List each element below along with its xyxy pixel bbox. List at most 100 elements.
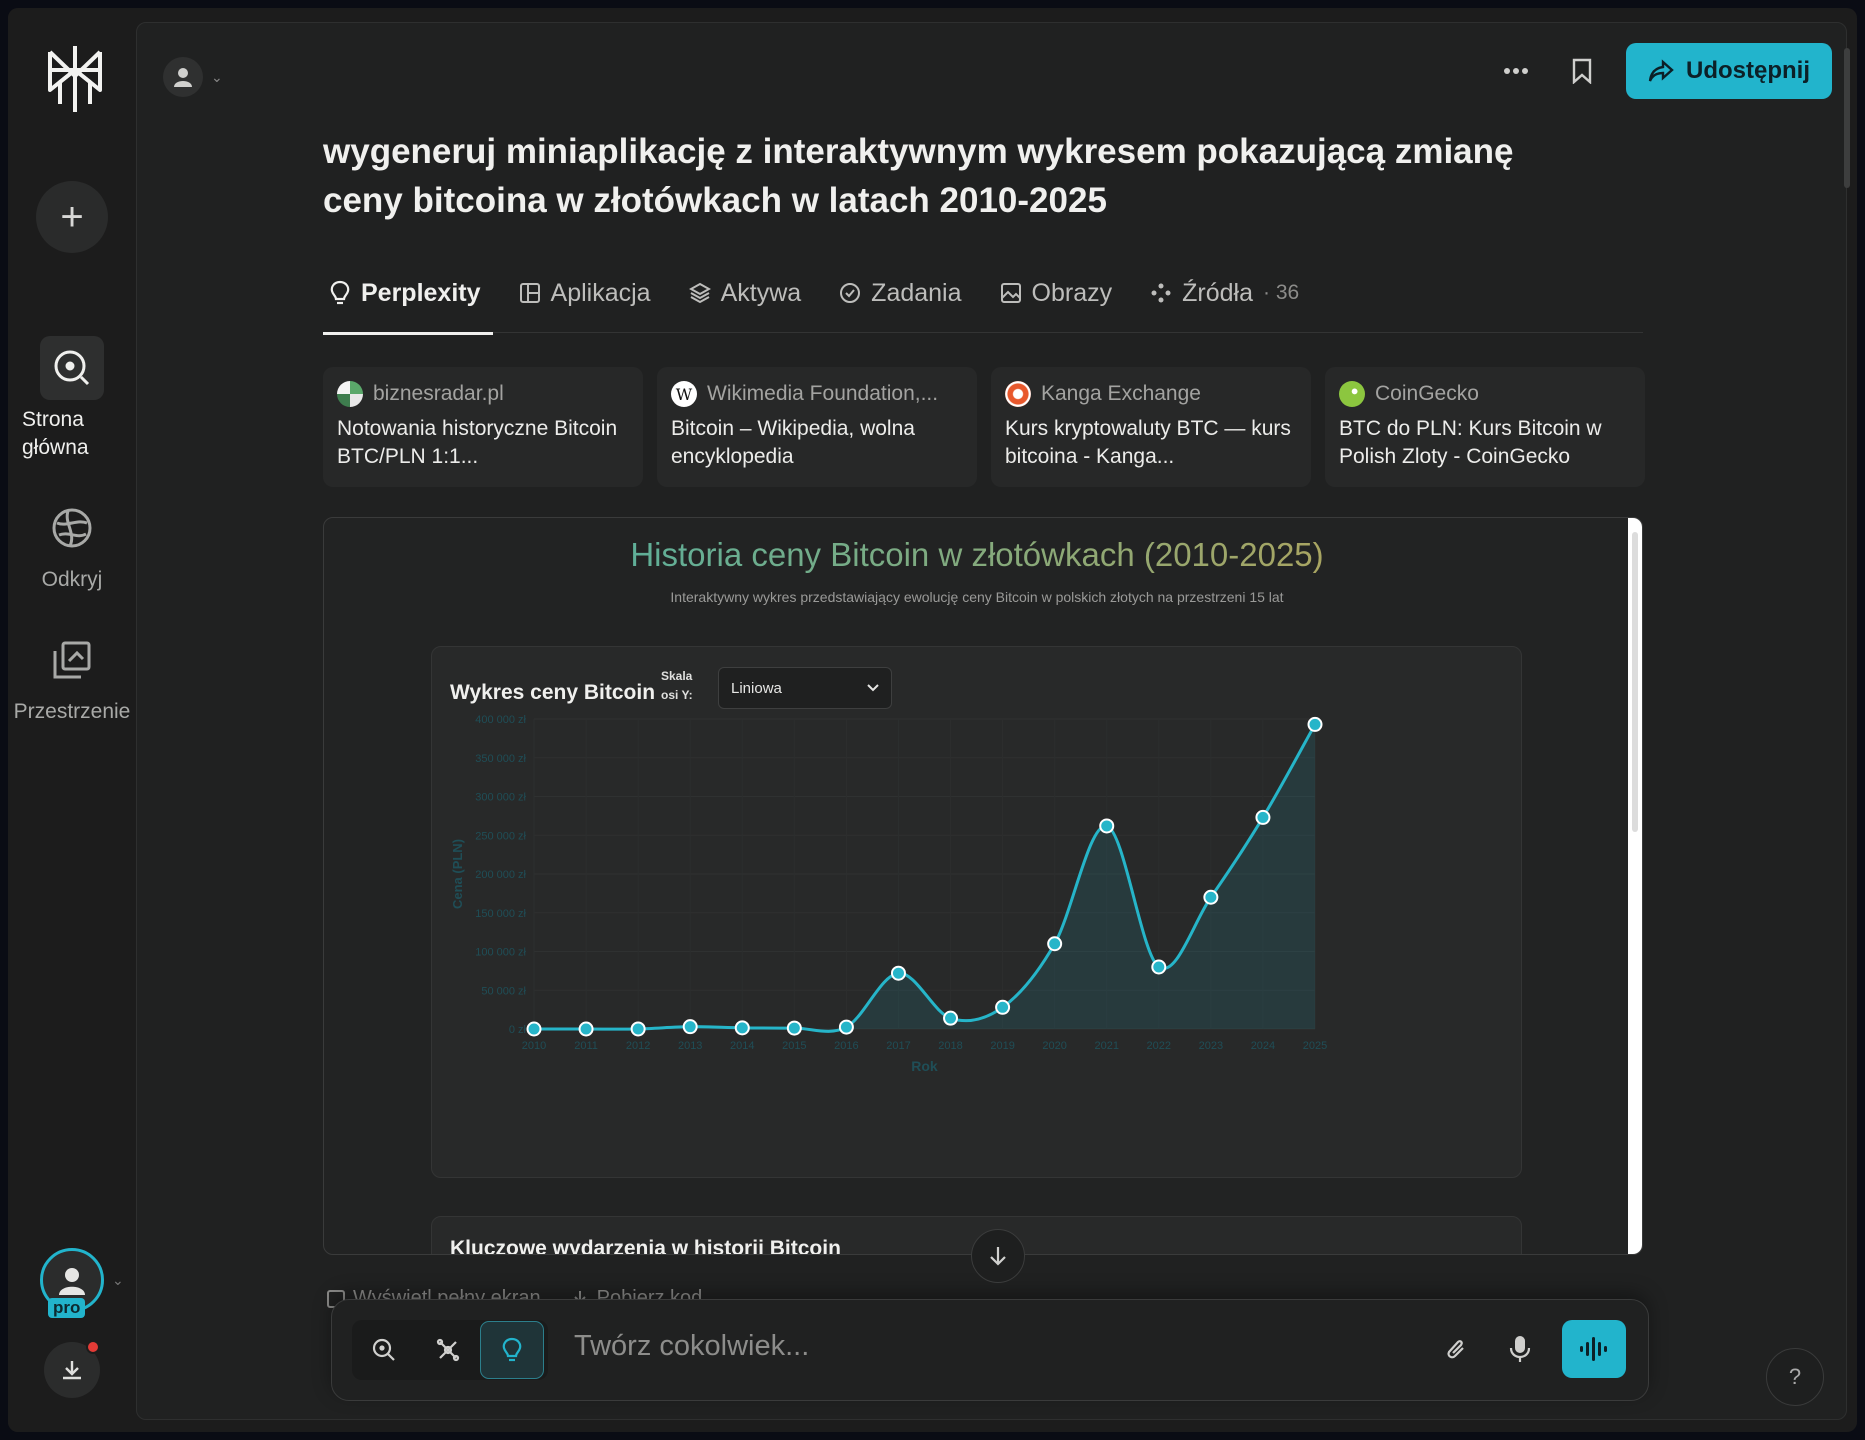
y-tick-label: 100 000 zł bbox=[475, 947, 526, 959]
x-tick-label: 2023 bbox=[1199, 1040, 1223, 1052]
source-title: Bitcoin – Wikipedia, wolna encyklopedia bbox=[671, 417, 915, 468]
x-tick-label: 2013 bbox=[678, 1040, 702, 1052]
tab-perplexity[interactable]: Perplexity bbox=[323, 275, 493, 335]
share-button[interactable]: Udostępnij bbox=[1626, 43, 1832, 99]
source-site: CoinGecko bbox=[1375, 382, 1479, 405]
sidebar-item-label: Strona główna bbox=[22, 408, 89, 459]
source-title: BTC do PLN: Kurs Bitcoin w Polish Zloty … bbox=[1339, 417, 1602, 468]
lightbulb-icon bbox=[330, 280, 350, 305]
tab-label: Aktywa bbox=[720, 278, 802, 307]
voice-mode-button[interactable] bbox=[1562, 1320, 1626, 1378]
tab-label: Źródła bbox=[1182, 278, 1253, 307]
tab-label: Perplexity bbox=[361, 278, 481, 307]
bookmark-icon[interactable] bbox=[1560, 49, 1604, 93]
layers-icon bbox=[688, 282, 711, 304]
source-title: Kurs kryptowaluty BTC — kurs bitcoina - … bbox=[1005, 417, 1291, 468]
x-tick-label: 2010 bbox=[522, 1040, 546, 1052]
data-point bbox=[682, 1019, 698, 1035]
source-site: Kanga Exchange bbox=[1041, 382, 1201, 405]
tab-assets[interactable]: Aktywa bbox=[683, 275, 808, 333]
download-icon bbox=[63, 1361, 81, 1380]
source-card[interactable]: CoinGecko BTC do PLN: Kurs Bitcoin w Pol… bbox=[1325, 367, 1645, 487]
app-title: Historia ceny Bitcoin w złotówkach (2010… bbox=[324, 536, 1630, 574]
sidebar: + Strona główna Odkryj Przestrzenie pro … bbox=[8, 8, 136, 1432]
data-point bbox=[995, 999, 1011, 1015]
x-tick-label: 2018 bbox=[938, 1040, 962, 1052]
arrow-down-icon bbox=[990, 1247, 1006, 1266]
data-point bbox=[1047, 936, 1063, 952]
chevron-down-icon: ⌄ bbox=[211, 68, 223, 85]
data-point bbox=[1307, 716, 1323, 732]
mode-selector bbox=[352, 1320, 548, 1380]
composer-actions bbox=[1434, 1320, 1626, 1378]
search-mode-button[interactable] bbox=[352, 1321, 416, 1379]
x-tick-label: 2017 bbox=[886, 1040, 910, 1052]
sidebar-item-discover[interactable]: Odkryj bbox=[8, 496, 136, 594]
scroll-down-button[interactable] bbox=[971, 1229, 1025, 1283]
price-line-chart[interactable]: 0 zł 50 000 zł 100 000 zł 150 000 zł 200 000… bbox=[432, 647, 1523, 1179]
more-options-icon[interactable] bbox=[1494, 49, 1538, 93]
x-tick-label: 2014 bbox=[730, 1040, 754, 1052]
y-axis-label: Cena (PLN) bbox=[450, 839, 465, 909]
tab-label: Obrazy bbox=[1031, 278, 1113, 307]
x-tick-label: 2012 bbox=[626, 1040, 650, 1052]
x-tick-label: 2024 bbox=[1251, 1040, 1275, 1052]
labs-mode-button[interactable] bbox=[480, 1321, 544, 1379]
source-card[interactable]: Kanga Exchange Kurs kryptowaluty BTC — k… bbox=[991, 367, 1311, 487]
biznesradar-favicon-icon bbox=[337, 381, 363, 407]
data-point bbox=[578, 1021, 594, 1037]
app-scrollbar[interactable] bbox=[1628, 518, 1642, 1254]
search-icon bbox=[40, 336, 104, 400]
new-thread-button[interactable]: + bbox=[36, 181, 108, 253]
sources-count: · 36 bbox=[1263, 281, 1300, 304]
wikipedia-favicon-icon: W bbox=[671, 381, 697, 407]
research-mode-button[interactable] bbox=[416, 1321, 480, 1379]
pro-badge: pro bbox=[48, 1298, 86, 1318]
source-site: Wikimedia Foundation,... bbox=[707, 382, 939, 405]
composer: Twórz cokolwiek... bbox=[331, 1299, 1649, 1401]
microphone-icon[interactable] bbox=[1498, 1327, 1542, 1371]
perplexity-logo-icon[interactable] bbox=[42, 42, 108, 116]
source-card[interactable]: W Wikimedia Foundation,... Bitcoin – Wik… bbox=[657, 367, 977, 487]
sources-icon bbox=[1151, 283, 1171, 303]
data-point bbox=[838, 1019, 854, 1035]
tab-tasks[interactable]: Zadania bbox=[833, 275, 967, 333]
sidebar-item-home[interactable]: Strona główna bbox=[8, 336, 136, 462]
data-point bbox=[943, 1010, 959, 1026]
app-icon bbox=[519, 283, 540, 303]
research-icon bbox=[436, 1338, 460, 1362]
spaces-icon bbox=[40, 628, 104, 692]
lightbulb-icon bbox=[502, 1337, 522, 1362]
data-point bbox=[1203, 889, 1219, 905]
sidebar-item-spaces[interactable]: Przestrzenie bbox=[8, 628, 136, 726]
tab-app[interactable]: Aplikacja bbox=[513, 275, 657, 333]
tab-images[interactable]: Obrazy bbox=[994, 275, 1119, 333]
share-label: Udostępnij bbox=[1686, 57, 1810, 84]
kanga-favicon-icon bbox=[1005, 381, 1031, 407]
y-tick-label: 300 000 zł bbox=[475, 792, 526, 804]
composer-input[interactable]: Twórz cokolwiek... bbox=[574, 1330, 809, 1363]
tab-sources[interactable]: Źródła · 36 bbox=[1144, 275, 1305, 333]
globe-icon bbox=[40, 496, 104, 560]
main-panel: ⌄ Udostępnij wygeneruj miniaplikację z i… bbox=[136, 22, 1847, 1420]
source-card[interactable]: biznesradar.pl Notowania historyczne Bit… bbox=[323, 367, 643, 487]
y-tick-label: 0 zł bbox=[509, 1024, 527, 1036]
events-title: Kluczowe wydarzenia w historii Bitcoin bbox=[450, 1237, 841, 1255]
data-point bbox=[630, 1021, 646, 1037]
attach-icon[interactable] bbox=[1434, 1327, 1478, 1371]
tab-bar: Perplexity Aplikacja Aktywa Zadania Obra… bbox=[323, 275, 1643, 335]
x-tick-label: 2019 bbox=[990, 1040, 1014, 1052]
main-scrollbar[interactable] bbox=[1844, 48, 1850, 188]
mini-app-frame[interactable]: Historia ceny Bitcoin w złotówkach (2010… bbox=[323, 517, 1643, 1255]
help-button[interactable]: ? bbox=[1766, 1348, 1824, 1406]
x-tick-label: 2016 bbox=[834, 1040, 858, 1052]
data-point bbox=[526, 1021, 542, 1037]
x-tick-label: 2015 bbox=[782, 1040, 806, 1052]
chevron-down-icon[interactable]: ⌄ bbox=[112, 1272, 124, 1289]
sidebar-item-label: Przestrzenie bbox=[13, 700, 131, 723]
x-tick-label: 2011 bbox=[574, 1040, 598, 1052]
account-menu[interactable]: ⌄ bbox=[163, 57, 223, 97]
app-subtitle: Interaktywny wykres przedstawiający ewol… bbox=[670, 589, 1284, 605]
data-point bbox=[1255, 809, 1271, 825]
y-tick-label: 50 000 zł bbox=[481, 985, 526, 997]
